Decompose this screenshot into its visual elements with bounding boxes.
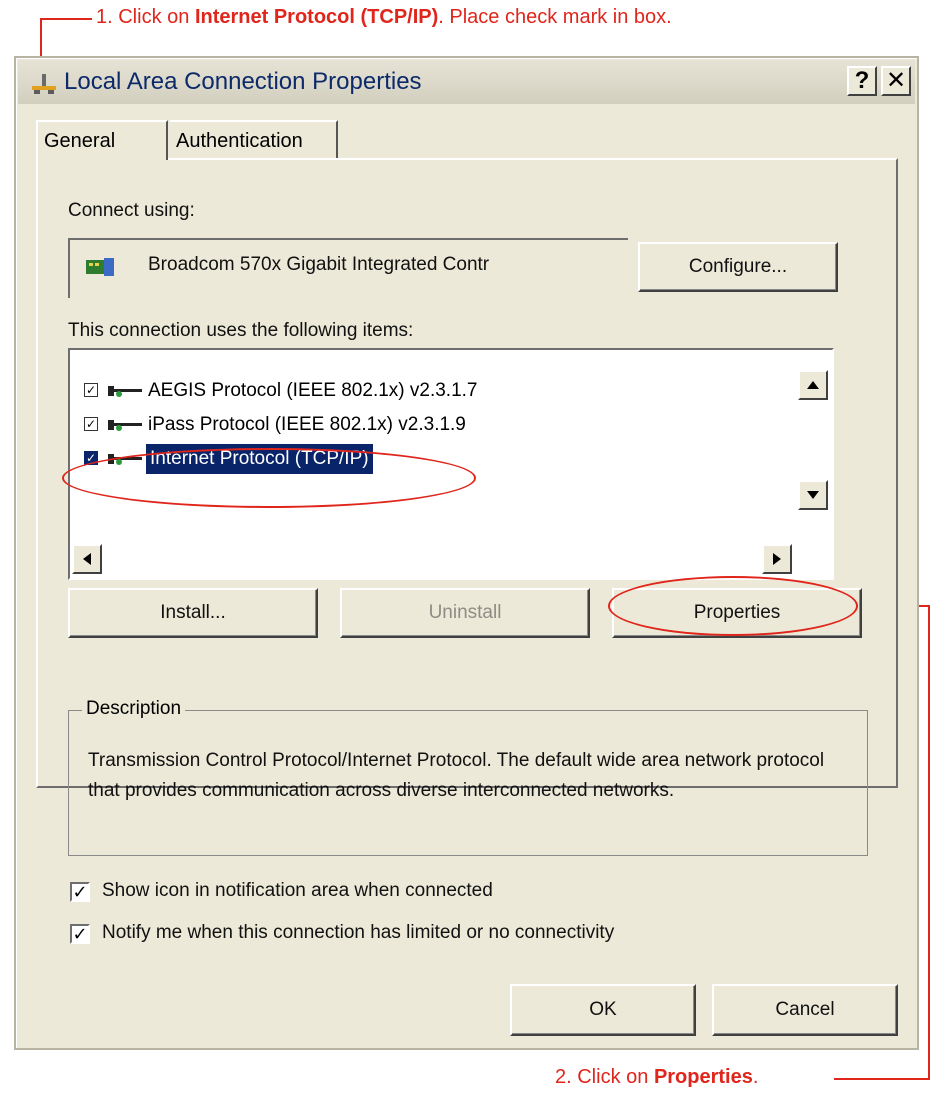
dialog-window: Local Area Connection Properties ? ✕ Gen…: [14, 56, 919, 1050]
scroll-down-button[interactable]: [798, 480, 828, 510]
ok-button[interactable]: OK: [510, 984, 696, 1036]
notify-checkbox[interactable]: ✓: [70, 924, 90, 944]
scroll-right-button[interactable]: [762, 544, 792, 574]
tab-general[interactable]: General: [36, 120, 168, 160]
title-bar[interactable]: Local Area Connection Properties ? ✕: [18, 60, 915, 104]
step2-leader-vertical: [928, 605, 930, 1080]
scroll-left-button[interactable]: [72, 544, 102, 574]
description-text: Transmission Control Protocol/Internet P…: [88, 750, 825, 801]
arrow-left-icon: [83, 553, 91, 565]
arrow-up-icon: [807, 381, 819, 389]
notify-label: Notify me when this connection has limit…: [102, 922, 615, 943]
network-adapter-icon: [86, 258, 114, 276]
step1-annotation: 1. Click on Internet Protocol (TCP/IP). …: [96, 6, 672, 28]
arrow-right-icon: [773, 553, 781, 565]
show-icon-checkbox[interactable]: ✓: [70, 882, 90, 902]
description-title: Description: [82, 698, 186, 720]
uninstall-button-label: Uninstall: [428, 602, 502, 623]
install-button[interactable]: Install...: [68, 588, 318, 638]
cancel-button-label: Cancel: [775, 999, 835, 1020]
items-label: This connection uses the following items…: [68, 320, 414, 341]
protocol-icon: [108, 386, 142, 397]
show-icon-label: Show icon in notification area when conn…: [102, 880, 493, 901]
item-checkbox[interactable]: ✓: [84, 417, 98, 431]
network-connection-icon: [32, 74, 56, 94]
item-checkbox[interactable]: ✓: [84, 383, 98, 397]
arrow-down-icon: [807, 491, 819, 499]
configure-button-label: Configure...: [688, 256, 788, 277]
connect-using-label: Connect using:: [68, 200, 195, 221]
ok-button-label: OK: [589, 999, 617, 1020]
tcpip-highlight-ellipse: [62, 448, 476, 508]
step2-leader-bottom: [834, 1078, 930, 1080]
help-button[interactable]: ?: [847, 66, 877, 96]
uninstall-button[interactable]: Uninstall: [340, 588, 590, 638]
protocol-icon: [108, 420, 142, 431]
tab-authentication[interactable]: Authentication: [170, 120, 338, 160]
configure-button[interactable]: Configure...: [638, 242, 838, 292]
step1-leader-horizontal: [40, 18, 92, 20]
step2-annotation: 2. Click on Properties.: [555, 1066, 759, 1088]
close-button[interactable]: ✕: [881, 66, 911, 96]
adapter-box: Broadcom 570x Gigabit Integrated Contr: [68, 238, 628, 298]
install-button-label: Install...: [160, 602, 226, 623]
scroll-up-button[interactable]: [798, 370, 828, 400]
cancel-button[interactable]: Cancel: [712, 984, 898, 1036]
properties-highlight-ellipse: [608, 576, 858, 636]
adapter-name: Broadcom 570x Gigabit Integrated Contr: [148, 254, 490, 275]
window-title: Local Area Connection Properties: [64, 68, 422, 95]
